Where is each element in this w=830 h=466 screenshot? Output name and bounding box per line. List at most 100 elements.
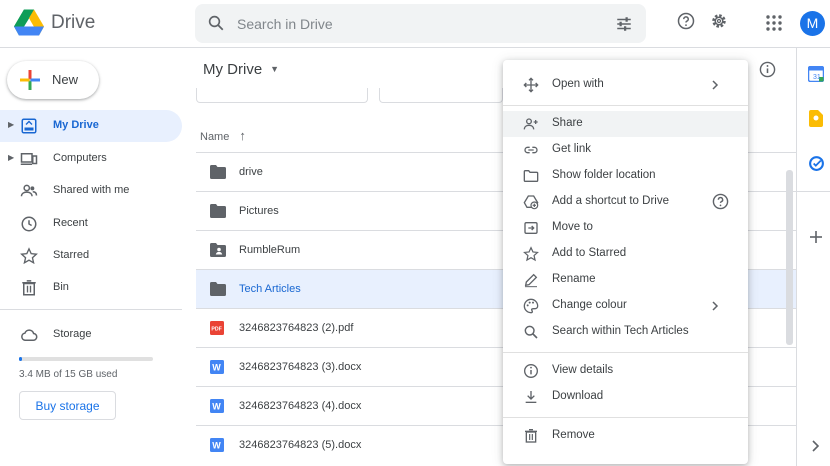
bin-icon: [22, 280, 36, 296]
menu-item-add-a-shortcut-to-drive[interactable]: Add a shortcut to Drive: [503, 189, 748, 215]
folder-icon: [210, 165, 226, 184]
docx-icon: W: [210, 438, 224, 457]
calendar-icon[interactable]: 31: [808, 66, 824, 82]
menu-item-rename[interactable]: Rename: [503, 267, 748, 293]
drive-logo[interactable]: [14, 9, 44, 37]
sidebar-item-shared-with-me[interactable]: Shared with me: [0, 175, 182, 207]
bin-icon: [525, 429, 537, 443]
menu-item-label: Add to Starred: [552, 247, 627, 259]
search-input[interactable]: [237, 13, 597, 35]
menu-item-view-details[interactable]: View details: [503, 358, 748, 384]
app-name: Drive: [51, 12, 96, 33]
page-title[interactable]: My Drive ▼: [203, 61, 279, 78]
expand-arrow-icon[interactable]: ▶: [8, 120, 14, 129]
chevron-right-icon[interactable]: [812, 440, 820, 452]
sidebar-divider: [0, 309, 182, 310]
sidebar-item-label: Shared with me: [53, 184, 130, 196]
file-name: 3246823764823 (4).docx: [239, 400, 362, 412]
share-person-icon: [523, 118, 538, 130]
sidebar-item-label: Starred: [53, 249, 90, 261]
star-outline-icon: [523, 246, 539, 262]
cloud-icon: [21, 329, 38, 341]
menu-item-label: Move to: [552, 221, 593, 233]
docx-icon: W: [210, 399, 224, 418]
expand-arrow-icon[interactable]: ▶: [8, 153, 14, 162]
menu-item-download[interactable]: Download: [503, 384, 748, 410]
new-button-label: New: [52, 72, 79, 87]
quick-access-card[interactable]: [196, 88, 368, 103]
computers-icon: [20, 153, 38, 165]
file-name: Tech Articles: [239, 283, 301, 295]
menu-item-label: Add a shortcut to Drive: [552, 195, 669, 207]
menu-item-label: View details: [552, 364, 614, 376]
sidebar-item-bin[interactable]: Bin: [0, 272, 182, 304]
svg-text:PDF: PDF: [211, 326, 221, 332]
rail-divider: [797, 191, 830, 192]
sidebar-item-label: Computers: [53, 152, 107, 164]
clock-icon: [21, 216, 37, 232]
move-to-icon: [524, 222, 538, 234]
menu-item-search-within-tech-articles[interactable]: Search within Tech Articles: [503, 319, 748, 345]
sidebar-item-my-drive[interactable]: ▶ My Drive: [0, 110, 182, 142]
sidebar-item-storage[interactable]: Storage: [0, 319, 182, 351]
tune-icon[interactable]: [615, 15, 633, 33]
menu-item-change-colour[interactable]: Change colour: [503, 293, 748, 319]
shared-icon: [20, 184, 38, 197]
file-name: RumbleRum: [239, 244, 301, 256]
docx-icon: W: [210, 360, 224, 379]
buy-storage-button[interactable]: Buy storage: [19, 391, 116, 420]
menu-item-label: Change colour: [552, 299, 627, 311]
sidebar-item-label: Recent: [53, 217, 88, 229]
file-name: 3246823764823 (5).docx: [239, 439, 362, 451]
add-addon-plus-icon[interactable]: [810, 231, 822, 243]
menu-item-add-to-starred[interactable]: Add to Starred: [503, 241, 748, 267]
help-icon[interactable]: [712, 193, 729, 210]
new-button[interactable]: New: [7, 61, 99, 99]
name-column-header[interactable]: Name ↑: [200, 128, 246, 143]
folder-outline-icon: [523, 170, 539, 182]
sidebar-item-recent[interactable]: Recent: [0, 208, 182, 240]
sort-up-arrow-icon[interactable]: ↑: [239, 128, 246, 143]
plus-icon: [20, 70, 40, 90]
sidebar-item-label: Bin: [53, 281, 69, 293]
search-icon[interactable]: [207, 14, 225, 32]
menu-item-get-link[interactable]: Get link: [503, 137, 748, 163]
file-name: Pictures: [239, 205, 279, 217]
tasks-icon[interactable]: [808, 155, 825, 172]
settings-gear-icon[interactable]: [710, 12, 728, 30]
menu-divider: [503, 352, 748, 353]
menu-item-move-to[interactable]: Move to: [503, 215, 748, 241]
menu-item-label: Remove: [552, 429, 595, 441]
side-panel-rail: 31: [796, 48, 830, 466]
apps-grid-icon[interactable]: [766, 15, 782, 31]
menu-item-share[interactable]: Share: [503, 111, 748, 137]
menu-item-remove[interactable]: Remove: [503, 423, 748, 449]
keep-icon[interactable]: [809, 110, 823, 127]
pdf-icon: PDF: [210, 321, 224, 340]
account-avatar[interactable]: M: [800, 11, 825, 36]
help-icon[interactable]: [677, 12, 695, 30]
storage-usage-text: 3.4 MB of 15 GB used: [19, 369, 118, 380]
search-icon: [524, 325, 538, 339]
sidebar-item-starred[interactable]: Starred: [0, 240, 182, 272]
menu-item-label: Rename: [552, 273, 596, 285]
name-column-label: Name: [200, 131, 230, 143]
scrollbar-thumb[interactable]: [786, 170, 793, 345]
page-title-text: My Drive: [203, 61, 263, 78]
svg-text:W: W: [212, 441, 221, 451]
menu-divider: [503, 105, 748, 106]
file-name: 3246823764823 (2).pdf: [239, 322, 354, 334]
info-icon: [524, 364, 538, 378]
top-bar: Drive M: [0, 0, 830, 48]
quick-access-card[interactable]: [379, 88, 503, 103]
menu-item-label: Share: [552, 117, 583, 129]
menu-item-label: Show folder location: [552, 169, 656, 181]
search-bar[interactable]: [195, 4, 646, 43]
storage-label: Storage: [53, 328, 92, 340]
info-icon[interactable]: [759, 61, 776, 78]
star-icon: [20, 247, 38, 265]
folder-icon: [210, 204, 226, 223]
menu-item-show-folder-location[interactable]: Show folder location: [503, 163, 748, 189]
menu-item-open-with[interactable]: Open with: [503, 72, 748, 98]
sidebar-item-computers[interactable]: ▶ Computers: [0, 143, 182, 175]
